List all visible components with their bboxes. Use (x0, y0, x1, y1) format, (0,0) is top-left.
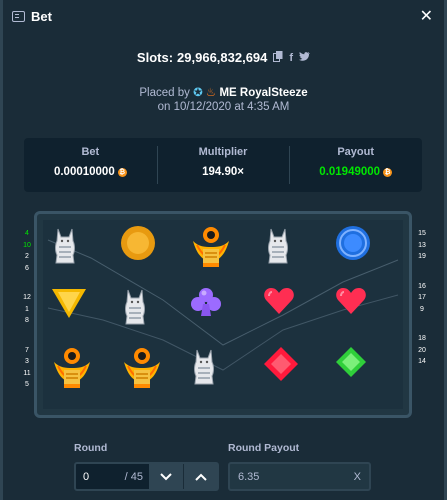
payline-number: 16 (418, 282, 426, 290)
btc-coin-icon: ₿ (117, 167, 127, 177)
payline-number: 19 (418, 253, 426, 260)
scarab-symbol (120, 225, 180, 283)
scarab-symbol (120, 346, 180, 404)
fire-icon: ♨ (205, 87, 217, 99)
payline-number: 13 (418, 241, 426, 249)
blue-coin-symbol (335, 225, 395, 283)
reel-grid (43, 220, 403, 409)
facebook-icon[interactable]: f (289, 52, 293, 64)
club-gem-symbol (189, 286, 249, 344)
payline-number: 4 (25, 230, 29, 237)
modal-title: Bet (31, 8, 52, 24)
payline-number: 5 (25, 381, 29, 388)
placed-by-info: Placed by ✪ ♨ ME RoyalSteeze on 10/12/20… (0, 86, 447, 114)
green-diamond-symbol (335, 346, 395, 404)
chevron-down-icon (160, 470, 172, 484)
payout-amount: 0.01949000 (319, 166, 381, 178)
chevron-up-icon (194, 470, 207, 484)
close-icon[interactable]: ✕ (420, 6, 433, 26)
diamond-gem-symbol (263, 346, 323, 404)
payline-number: 3 (25, 358, 29, 365)
bet-slip-icon (12, 10, 25, 22)
game-id-line: Slots: 29,966,832,694 f (0, 50, 447, 65)
payline-number: 15 (418, 230, 426, 237)
payline-number: 17 (418, 294, 426, 301)
bet-amount: 0.00010000 (53, 166, 115, 178)
payline-number: 18 (418, 335, 426, 342)
payline-number: 2 (25, 253, 29, 260)
round-payout-control: Round Payout 6.35 X (228, 442, 371, 491)
bet-stats-panel: Bet 0.00010000 ₿ Multiplier 194.90× Payou… (24, 138, 422, 192)
heart-gem-symbol (335, 286, 395, 344)
payline-number: 6 (25, 264, 29, 272)
placed-date: on 10/12/2020 at 4:35 AM (157, 101, 290, 113)
payline-number: 10 (23, 241, 31, 249)
multiplier-suffix: X (353, 470, 361, 483)
heart-gem-symbol (263, 286, 323, 344)
scarab-symbol (189, 225, 249, 283)
star-icon: ✪ (193, 87, 203, 99)
sphinx-cat-symbol (263, 225, 323, 283)
payout-stat: Payout 0.01949000 ₿ (289, 138, 422, 192)
modal-header: Bet ✕ (12, 6, 439, 26)
slot-board (34, 211, 412, 418)
multiplier-label: Multiplier (198, 146, 248, 158)
payline-number: 8 (25, 317, 29, 324)
game-name: Slots: (136, 50, 174, 65)
payline-number: 12 (23, 294, 31, 301)
payline-number: 7 (25, 346, 29, 354)
placed-by-label: Placed by (139, 87, 190, 99)
payout-label: Payout (337, 146, 375, 158)
bet-stat: Bet 0.00010000 ₿ (24, 138, 157, 192)
round-label: Round (74, 442, 108, 454)
payline-number: 20 (418, 346, 426, 354)
bet-label: Bet (81, 146, 100, 158)
payline-number: 14 (418, 358, 426, 365)
sphinx-cat-symbol (120, 286, 180, 344)
copy-icon[interactable] (273, 50, 283, 65)
round-value: 0 (83, 470, 90, 483)
multiplier-stat: Multiplier 194.90× (156, 138, 290, 192)
triangle-gem-symbol (50, 286, 110, 344)
round-payout-value: 6.35 (238, 470, 260, 483)
btc-coin-icon: ₿ (383, 167, 393, 177)
scarab-symbol (50, 346, 110, 404)
payline-numbers-left: 4 10 2 6 12 1 8 7 3 11 5 (22, 228, 32, 391)
payline-numbers-right: 15 13 19 16 17 9 18 20 14 (416, 228, 428, 368)
sphinx-cat-symbol (189, 346, 249, 404)
round-up-button[interactable] (183, 464, 217, 489)
twitter-icon[interactable] (299, 51, 311, 64)
bet-id: 29,966,832,694 (177, 50, 268, 65)
round-total: / 45 (124, 470, 143, 483)
round-control: Round 0 / 45 (74, 442, 219, 491)
username-link[interactable]: ME RoyalSteeze (219, 87, 307, 99)
multiplier-value: 194.90× (202, 166, 244, 178)
round-payout-field: 6.35 X (228, 462, 371, 491)
round-down-button[interactable] (149, 464, 183, 489)
payline-number: 11 (23, 369, 31, 377)
round-input[interactable]: 0 / 45 (76, 464, 149, 489)
payline-number: 9 (420, 305, 424, 313)
round-payout-label: Round Payout (228, 442, 300, 454)
left-edge (0, 0, 3, 500)
payline-number: 1 (25, 305, 29, 313)
round-stepper: 0 / 45 (74, 462, 219, 491)
sphinx-cat-symbol (50, 225, 110, 283)
